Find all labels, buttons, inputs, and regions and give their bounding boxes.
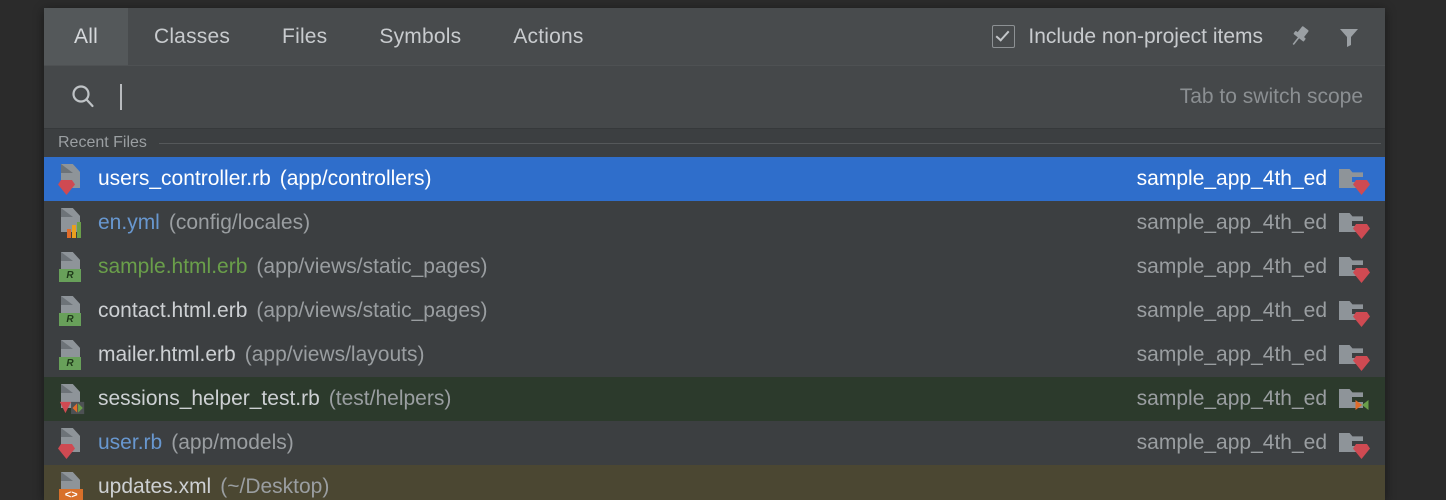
result-filename: user.rb [98,431,163,454]
table-row[interactable]: R sample.html.erb (app/views/static_page… [44,245,1385,289]
result-path: (app/views/static_pages) [256,255,488,278]
result-module: sample_app_4th_ed [1136,166,1385,195]
table-row[interactable]: users_controller.rb (app/controllers) sa… [44,157,1385,201]
tab-symbols-label: Symbols [379,24,462,48]
module-name: sample_app_4th_ed [1136,299,1327,322]
result-filename: users_controller.rb [98,167,271,190]
scope-switch-hint: Tab to switch scope [1179,85,1363,108]
results-list: users_controller.rb (app/controllers) sa… [44,157,1385,500]
module-folder-ruby-icon [1339,254,1370,283]
erb-file-icon: R [58,296,86,326]
result-filename: mailer.html.erb [98,343,236,366]
module-folder-ruby-icon [1339,430,1370,459]
include-non-project-items-toggle[interactable]: Include non-project items [992,25,1263,49]
tab-actions-label: Actions [513,24,584,48]
group-separator-rule [158,142,1381,144]
ruby-model-file-icon [58,428,86,459]
result-module: sample_app_4th_ed [1136,210,1385,239]
tab-symbols[interactable]: Symbols [353,8,487,65]
result-path: (app/models) [171,431,294,454]
result-text: updates.xml (~/Desktop) [98,475,329,499]
module-folder-test-icon [1339,386,1369,412]
table-row[interactable]: user.rb (app/models) sample_app_4th_ed [44,421,1385,465]
result-path: (~/Desktop) [220,475,330,498]
result-path: (app/controllers) [279,167,432,190]
module-name: sample_app_4th_ed [1136,167,1327,190]
search-input[interactable]: Tab to switch scope [120,66,1385,128]
module-folder-ruby-icon [1339,166,1370,195]
ruby-controller-file-icon [58,164,86,195]
result-module: sample_app_4th_ed [1136,254,1385,283]
module-name: sample_app_4th_ed [1136,255,1327,278]
tab-classes-label: Classes [153,24,231,48]
result-module: sample_app_4th_ed [1136,298,1385,327]
text-caret [120,84,122,110]
tab-bar-right-controls: Include non-project items [992,8,1385,65]
module-folder-ruby-icon [1339,342,1370,371]
result-module: sample_app_4th_ed [1137,386,1385,412]
result-module: sample_app_4th_ed [1136,342,1385,371]
pin-icon[interactable] [1285,23,1313,51]
module-name: sample_app_4th_ed [1136,431,1327,454]
module-folder-ruby-icon [1339,210,1370,239]
erb-file-icon: R [58,252,86,282]
yaml-file-icon [58,208,86,238]
module-name: sample_app_4th_ed [1136,343,1327,366]
search-everywhere-dialog: All Classes Files Symbols Actions Includ… [44,8,1385,500]
result-filename: updates.xml [98,475,212,498]
table-row[interactable]: <> updates.xml (~/Desktop) [44,465,1385,500]
module-folder-ruby-icon [1339,298,1370,327]
group-title: Recent Files [58,134,147,151]
xml-file-icon: <> [58,472,86,500]
table-row[interactable]: sessions_helper_test.rb (test/helpers) s… [44,377,1385,421]
tab-all-label: All [74,24,98,48]
filter-funnel-icon[interactable] [1335,23,1363,51]
result-filename: sample.html.erb [98,255,248,278]
erb-file-icon: R [58,340,86,370]
result-path: (app/views/layouts) [244,343,425,366]
table-row[interactable]: R contact.html.erb (app/views/static_pag… [44,289,1385,333]
tab-classes[interactable]: Classes [128,8,256,65]
result-text: sessions_helper_test.rb (test/helpers) [98,387,451,411]
result-path: (test/helpers) [328,387,452,410]
tab-bar: All Classes Files Symbols Actions Includ… [44,8,1385,65]
result-filename: sessions_helper_test.rb [98,387,320,410]
tab-actions[interactable]: Actions [487,8,609,65]
ruby-test-file-icon [58,384,86,415]
table-row[interactable]: R mailer.html.erb (app/views/layouts) sa… [44,333,1385,377]
result-path: (config/locales) [168,211,311,234]
include-non-project-items-label: Include non-project items [1028,24,1263,48]
result-module: sample_app_4th_ed [1136,430,1385,459]
module-name: sample_app_4th_ed [1136,387,1327,410]
table-row[interactable]: en.yml (config/locales) sample_app_4th_e… [44,201,1385,245]
result-filename: contact.html.erb [98,299,248,322]
group-header-recent-files: Recent Files [44,129,1385,157]
search-icon [68,82,98,112]
result-text: contact.html.erb (app/views/static_pages… [98,299,488,323]
result-filename: en.yml [98,211,160,234]
search-bar[interactable]: Tab to switch scope [44,65,1385,129]
result-text: user.rb (app/models) [98,431,294,455]
result-text: users_controller.rb (app/controllers) [98,167,431,191]
result-text: sample.html.erb (app/views/static_pages) [98,255,488,279]
tab-files-label: Files [282,24,328,48]
tab-files[interactable]: Files [256,8,353,65]
tab-all[interactable]: All [44,8,128,65]
result-text: en.yml (config/locales) [98,211,310,235]
result-text: mailer.html.erb (app/views/layouts) [98,343,424,367]
module-name: sample_app_4th_ed [1136,211,1327,234]
checkbox-checked-icon[interactable] [992,25,1016,48]
result-path: (app/views/static_pages) [256,299,488,322]
